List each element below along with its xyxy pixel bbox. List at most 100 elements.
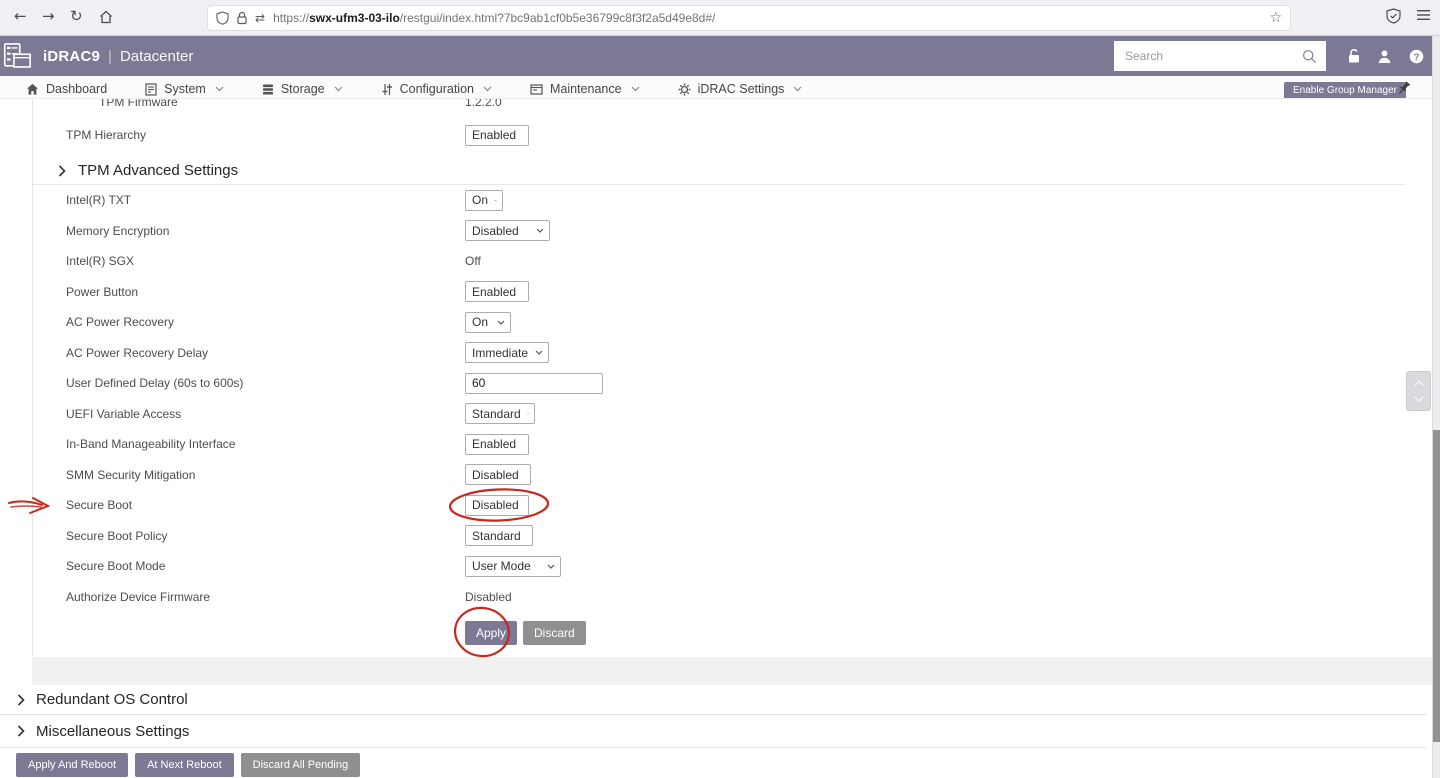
session-unlock-icon[interactable]	[1346, 48, 1361, 64]
select-caret-icon	[497, 320, 505, 325]
section-footer-band	[32, 657, 1432, 685]
settings-row: Intel(R) TXT On	[33, 185, 1406, 216]
intel-txt-select[interactable]: On	[465, 190, 503, 211]
tpm-hierarchy-select[interactable]: Enabled	[465, 125, 529, 146]
connection-lock-icon[interactable]	[236, 11, 248, 25]
secure-boot-select[interactable]: Disabled	[465, 495, 529, 516]
scrollbar-thumb[interactable]	[1433, 430, 1440, 742]
search-input[interactable]	[1114, 49, 1302, 63]
nav-item-dashboard[interactable]: Dashboard	[26, 82, 107, 96]
uefi-variable-access-select[interactable]: Standard	[465, 403, 535, 424]
settings-row: AC Power Recovery Delay Immediate	[33, 338, 1406, 369]
idrac-logo-icon	[3, 42, 33, 70]
nav-item-configuration[interactable]: Configuration	[381, 82, 492, 96]
chevron-down-icon	[334, 86, 343, 92]
power-button-select[interactable]: Enabled	[465, 281, 529, 302]
user-icon[interactable]	[1377, 49, 1392, 64]
address-bar[interactable]: ⇄ https://swx-ufm3-03-ilo/restgui/index.…	[207, 5, 1291, 31]
bios-settings-panel: TPM Firmware 1.2.2.0 TPM Hierarchy Enabl…	[32, 99, 1406, 657]
at-next-reboot-button[interactable]: At Next Reboot	[135, 753, 234, 777]
main-nav: Dashboard System Storage	[0, 76, 1432, 98]
tpm-firmware-value: 1.2.2.0	[465, 98, 502, 109]
chevron-up-icon[interactable]	[1413, 379, 1425, 387]
secure-boot-policy-select[interactable]: Standard	[465, 525, 533, 546]
browser-forward-icon[interactable]: →	[42, 7, 55, 25]
memory-encryption-select[interactable]: Disabled	[465, 220, 550, 241]
license-edition: Datacenter	[120, 48, 193, 65]
chevron-down-icon	[483, 86, 492, 92]
discard-button[interactable]: Discard	[523, 621, 586, 645]
settings-row: Authorize Device Firmware Disabled	[33, 582, 1406, 613]
nav-item-storage[interactable]: Storage	[262, 82, 343, 96]
tpm-advanced-settings-header[interactable]: TPM Advanced Settings	[33, 157, 1406, 185]
settings-row: Secure Boot Mode User Mode	[33, 551, 1406, 582]
chevron-right-icon	[17, 725, 25, 737]
discard-all-pending-button[interactable]: Discard All Pending	[241, 753, 360, 777]
search-icon[interactable]	[1302, 49, 1317, 64]
apply-discard-row: Apply Discard	[33, 612, 1406, 657]
nav-item-idrac-settings[interactable]: iDRAC Settings	[678, 82, 803, 96]
enable-group-manager-button[interactable]: Enable Group Manager	[1284, 82, 1406, 99]
pending-actions-bar: Apply And Reboot At Next Reboot Discard …	[0, 748, 1432, 777]
apply-and-reboot-button[interactable]: Apply And Reboot	[16, 753, 128, 777]
chevron-down-icon	[631, 86, 640, 92]
help-icon[interactable]: ?	[1409, 49, 1424, 64]
select-caret-icon	[522, 289, 523, 294]
user-defined-delay-input[interactable]	[465, 373, 603, 394]
accordion-redundant-os-control[interactable]: Redundant OS Control	[0, 685, 1426, 715]
tracking-shield-icon[interactable]	[216, 11, 229, 25]
sliders-icon	[381, 83, 393, 96]
protections-shield-icon[interactable]	[1386, 8, 1401, 24]
gear-icon	[678, 83, 691, 96]
global-search[interactable]	[1114, 41, 1326, 71]
chevron-down-icon	[215, 86, 224, 92]
apply-button[interactable]: Apply	[465, 621, 517, 645]
browser-toolbar: ← → ↻ ⇄ https://swx-ufm3-03-ilo/restgui/…	[0, 0, 1440, 36]
chevron-down-icon[interactable]	[1413, 395, 1425, 403]
setting-label: TPM Firmware	[99, 98, 178, 109]
bookmark-star-icon[interactable]: ☆	[1269, 10, 1282, 26]
settings-row: User Defined Delay (60s to 600s)	[33, 368, 1406, 399]
settings-row: Power Button Enabled	[33, 277, 1406, 308]
home-icon	[26, 83, 39, 96]
select-caret-icon	[494, 198, 497, 203]
secure-boot-mode-select[interactable]: User Mode	[465, 556, 561, 577]
title-divider: |	[108, 48, 112, 65]
url-text: https://swx-ufm3-03-ilo/restgui/index.ht…	[273, 11, 715, 25]
svg-text:?: ?	[1413, 51, 1419, 62]
storage-icon	[262, 83, 274, 96]
app-title: iDRAC9 | Datacenter	[43, 48, 193, 65]
chevron-right-icon	[58, 165, 66, 177]
ac-power-recovery-delay-select[interactable]: Immediate	[465, 342, 549, 363]
select-caret-icon	[522, 442, 523, 447]
authorize-device-firmware-value: Disabled	[465, 590, 512, 604]
browser-reload-icon[interactable]: ↻	[70, 7, 83, 25]
settings-row: Secure Boot Policy Standard	[33, 521, 1406, 552]
browser-back-icon[interactable]: ←	[14, 7, 27, 25]
select-caret-icon	[527, 411, 529, 416]
nav-item-system[interactable]: System	[145, 82, 224, 96]
select-caret-icon	[522, 133, 523, 138]
in-band-manageability-select[interactable]: Enabled	[465, 434, 529, 455]
chevron-down-icon	[793, 86, 802, 92]
pin-icon[interactable]	[1396, 80, 1412, 96]
app-header: iDRAC9 | Datacenter ?	[0, 36, 1432, 76]
browser-home-icon[interactable]	[98, 9, 114, 25]
permissions-exchange-icon[interactable]: ⇄	[255, 11, 265, 25]
settings-row: In-Band Manageability Interface Enabled	[33, 429, 1406, 460]
settings-content: TPM Firmware 1.2.2.0 TPM Hierarchy Enabl…	[0, 98, 1432, 778]
nav-item-maintenance[interactable]: Maintenance	[530, 82, 640, 96]
settings-row: AC Power Recovery On	[33, 307, 1406, 338]
select-caret-icon	[535, 350, 543, 355]
select-caret-icon	[536, 228, 544, 233]
browser-scrollbar[interactable]	[1432, 36, 1440, 778]
page-scroll-widget[interactable]	[1406, 371, 1431, 411]
settings-row: SMM Security Mitigation Disabled	[33, 460, 1406, 491]
accordion-miscellaneous-settings[interactable]: Miscellaneous Settings	[0, 715, 1426, 748]
settings-row-tpm-firmware: TPM Firmware 1.2.2.0	[33, 99, 1406, 113]
settings-row-tpm-hierarchy: TPM Hierarchy Enabled	[33, 119, 1406, 151]
intel-sgx-value: Off	[465, 254, 481, 268]
ac-power-recovery-select[interactable]: On	[465, 312, 511, 333]
smm-security-mitigation-select[interactable]: Disabled	[465, 464, 531, 485]
menu-hamburger-icon[interactable]	[1416, 8, 1431, 22]
